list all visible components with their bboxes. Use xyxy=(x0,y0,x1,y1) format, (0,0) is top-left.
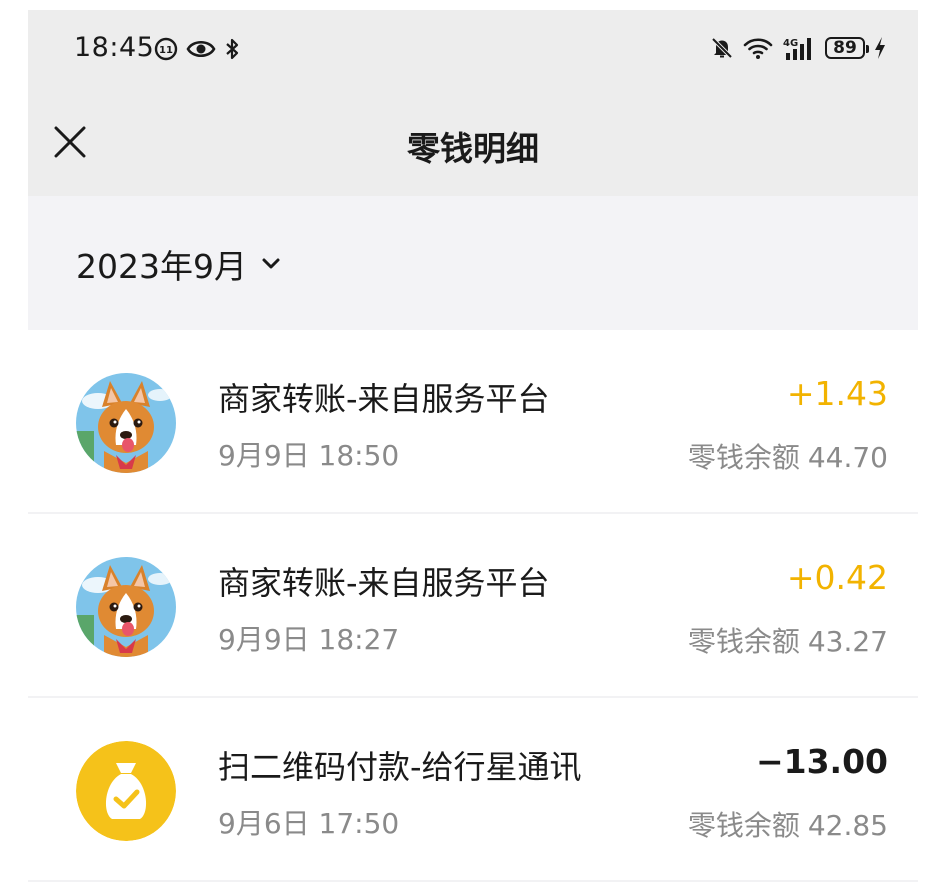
money-bag-icon xyxy=(76,741,176,841)
balance-info: 零钱余额 42.85 xyxy=(688,804,888,844)
transaction-row[interactable]: 商家转账-来自服务平台 9月9日 18:50 +1.43 零钱余额 44.70 xyxy=(28,330,918,514)
eye-icon xyxy=(186,40,216,58)
transaction-amount: +1.43 xyxy=(786,374,888,413)
status-left-icons: 11 xyxy=(154,36,240,62)
balance-value: 42.85 xyxy=(807,809,888,842)
svg-text:11: 11 xyxy=(159,45,173,56)
row-divider xyxy=(28,880,918,882)
dog-avatar-icon xyxy=(76,557,176,657)
month-picker[interactable]: 2023年9月 xyxy=(76,244,283,286)
dog-avatar-icon xyxy=(76,373,176,473)
transaction-row[interactable]: 扫二维码付款-给行星通讯 9月6日 17:50 −13.00 零钱余额 42.85 xyxy=(28,698,918,882)
wifi-icon xyxy=(743,38,773,59)
transaction-title: 商家转账-来自服务平台 xyxy=(218,564,550,602)
transaction-time: 9月9日 18:27 xyxy=(218,623,400,656)
balance-value: 43.27 xyxy=(807,625,888,658)
month-label: 2023年9月 xyxy=(76,247,247,286)
balance-info: 零钱余额 43.27 xyxy=(688,620,888,660)
balance-label: 零钱余额 xyxy=(687,441,800,474)
status-time: 18:45 xyxy=(74,32,155,63)
transaction-row[interactable]: 商家转账-来自服务平台 9月9日 18:27 +0.42 零钱余额 43.27 xyxy=(28,514,918,698)
balance-info: 零钱余额 44.70 xyxy=(688,436,888,476)
phone-screen: 18:45 11 4G 89 零钱明细 2023年9月 商家转账-来自服务平台 … xyxy=(28,10,918,886)
bluetooth-icon xyxy=(226,38,239,60)
balance-label: 零钱余额 xyxy=(687,625,800,658)
transaction-amount: −13.00 xyxy=(755,742,888,781)
svg-text:4G: 4G xyxy=(783,38,798,49)
4g-signal-icon: 4G xyxy=(783,38,811,60)
page-title: 零钱明细 xyxy=(407,129,539,168)
transaction-amount: +0.42 xyxy=(786,558,888,597)
status-right-icons: 4G 89 xyxy=(710,34,886,62)
balance-label: 零钱余额 xyxy=(687,809,800,842)
balance-value: 44.70 xyxy=(807,441,888,474)
battery-icon: 89 xyxy=(825,37,869,59)
charging-icon xyxy=(875,37,885,59)
transaction-time: 9月9日 18:50 xyxy=(218,439,400,472)
notification-badge-icon: 11 xyxy=(154,37,178,61)
month-filter-bar: 2023年9月 xyxy=(28,196,918,330)
chevron-down-icon xyxy=(262,258,280,269)
top-bar: 18:45 11 4G 89 零钱明细 xyxy=(28,10,918,196)
battery-level: 89 xyxy=(833,38,857,58)
transaction-list: 商家转账-来自服务平台 9月9日 18:50 +1.43 零钱余额44.70 xyxy=(28,330,918,882)
transaction-time: 9月6日 17:50 xyxy=(218,807,400,840)
transaction-title: 扫二维码付款-给行星通讯 xyxy=(218,748,582,786)
transaction-title: 商家转账-来自服务平台 xyxy=(218,380,550,418)
mute-bell-icon xyxy=(711,37,733,59)
status-bar: 18:45 11 4G 89 xyxy=(28,10,918,86)
